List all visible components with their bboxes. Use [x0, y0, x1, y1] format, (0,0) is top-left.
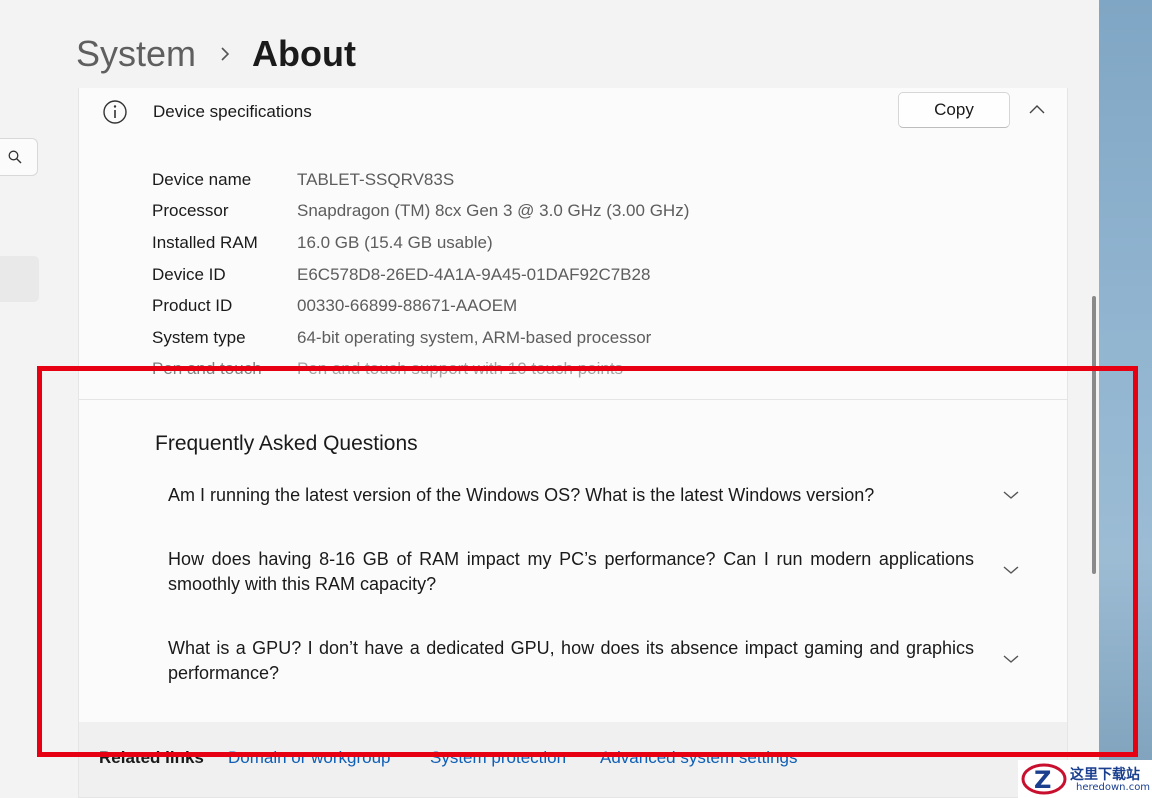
nav-item-selected[interactable]: [0, 256, 39, 302]
breadcrumb: System About: [76, 30, 356, 78]
spec-value: E6C578D8-26ED-4A1A-9A45-01DAF92C7B28: [297, 265, 651, 284]
related-links-label: Related links: [99, 748, 204, 767]
device-specs-header[interactable]: Device specifications Copy: [78, 88, 1068, 154]
device-specs-title: Device specifications: [153, 102, 312, 121]
faq-question-1[interactable]: Am I running the latest version of the W…: [168, 483, 974, 508]
chevron-down-icon[interactable]: [1002, 564, 1020, 576]
spec-label: Device name: [152, 170, 252, 189]
breadcrumb-system[interactable]: System: [76, 33, 196, 75]
faq-question-2[interactable]: How does having 8-16 GB of RAM impact my…: [168, 547, 974, 597]
info-icon: [103, 100, 127, 124]
spec-value: TABLET-SSQRV83S: [297, 170, 455, 189]
spec-value: 16.0 GB (15.4 GB usable): [297, 233, 493, 252]
spec-label: Processor: [152, 201, 229, 220]
spec-value: 00330-66899-88671-AAOEM: [297, 296, 518, 315]
page-title: About: [252, 33, 356, 74]
svg-text:Z: Z: [1034, 766, 1051, 794]
link-system-protection[interactable]: System protection: [430, 748, 566, 768]
search-icon: [8, 150, 22, 164]
faq-section: Frequently Asked Questions Am I running …: [78, 399, 1068, 723]
faq-question-3[interactable]: What is a GPU? I don’t have a dedicated …: [168, 636, 974, 686]
link-advanced-system-settings[interactable]: Advanced system settings: [600, 748, 797, 768]
watermark-logo-icon: Z: [1021, 763, 1067, 795]
copy-button[interactable]: Copy: [898, 92, 1010, 128]
spec-value: 64-bit operating system, ARM-based proce…: [297, 328, 652, 347]
spec-label: Device ID: [152, 265, 226, 284]
site-watermark: Z 这里下载站 heredown.com: [1018, 760, 1152, 798]
chevron-down-icon[interactable]: [1002, 489, 1020, 501]
spec-label: Product ID: [152, 296, 233, 315]
spec-value: Pen and touch support with 10 touch poin…: [297, 359, 624, 378]
spec-label: Pen and touch: [152, 359, 262, 378]
chevron-down-icon[interactable]: [1002, 653, 1020, 665]
watermark-text-en: heredown.com: [1076, 782, 1151, 793]
device-specs-details: Device name TABLET-SSQRV83S Processor Sn…: [78, 153, 1068, 400]
related-links-bar: Related links Domain or workgroup System…: [78, 722, 1068, 798]
vertical-scrollbar[interactable]: [1092, 296, 1096, 574]
spec-value: Snapdragon (TM) 8cx Gen 3 @ 3.0 GHz (3.0…: [297, 201, 690, 220]
link-domain-or-workgroup[interactable]: Domain or workgroup: [228, 748, 391, 768]
spec-label: System type: [152, 328, 246, 347]
chevron-up-icon[interactable]: [1027, 100, 1047, 120]
desktop-wallpaper-edge: [1099, 0, 1152, 798]
spec-label: Installed RAM: [152, 233, 258, 252]
chevron-right-icon: [220, 46, 230, 62]
faq-title: Frequently Asked Questions: [155, 432, 418, 455]
watermark-text-cn: 这里下载站: [1070, 767, 1140, 783]
nav-search-button[interactable]: [0, 138, 38, 176]
